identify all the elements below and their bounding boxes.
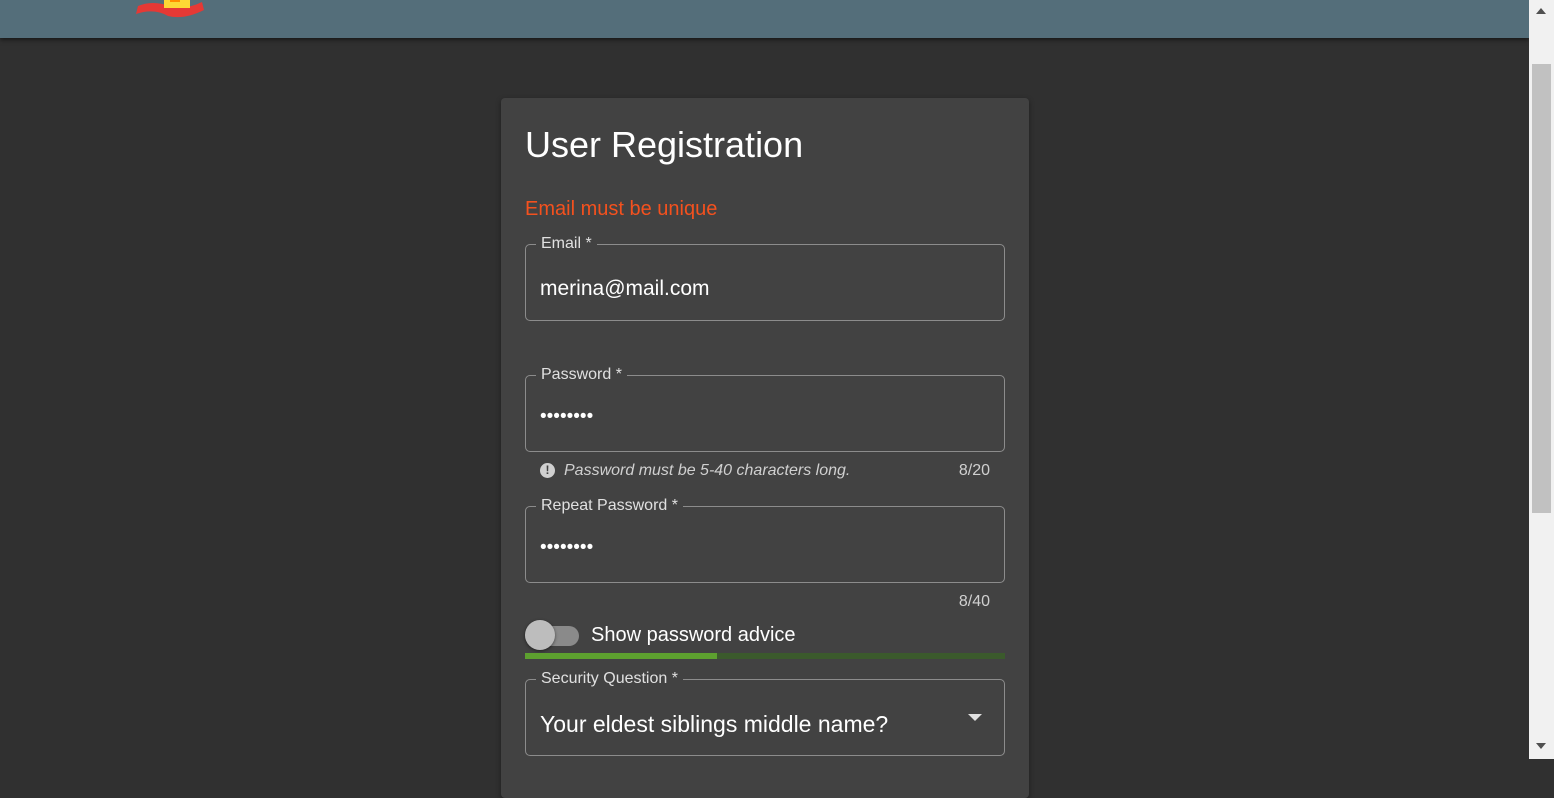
registration-card: User Registration Email must be unique E…	[501, 98, 1029, 798]
scroll-down-icon[interactable]	[1536, 743, 1546, 749]
password-field[interactable]: Password * ••••••••	[525, 366, 1005, 452]
top-navbar	[0, 0, 1529, 38]
error-message: Email must be unique	[525, 198, 718, 220]
repeat-password-field[interactable]: Repeat Password * ••••••••	[525, 497, 1005, 583]
scroll-up-icon[interactable]	[1536, 8, 1546, 14]
page-title: User Registration	[525, 124, 804, 165]
repeat-password-input[interactable]: ••••••••	[540, 537, 593, 559]
password-strength-fill	[525, 653, 717, 659]
email-field[interactable]: Email * merina@mail.com	[525, 235, 1005, 321]
security-question-value[interactable]: Your eldest siblings middle name?	[540, 711, 888, 738]
password-counter: 8/20	[958, 462, 990, 479]
vertical-scrollbar[interactable]	[1529, 0, 1554, 759]
exclamation-circle-icon: !	[540, 463, 555, 478]
advice-toggle-knob[interactable]	[525, 620, 555, 650]
chevron-down-icon[interactable]	[968, 714, 982, 721]
security-question-select[interactable]: Security Question * Your eldest siblings…	[525, 670, 1005, 756]
email-label: Email *	[536, 235, 597, 253]
logo-icon[interactable]	[134, 0, 206, 20]
password-label: Password *	[536, 366, 627, 384]
security-question-label: Security Question *	[536, 670, 683, 688]
password-hint: Password must be 5-40 characters long.	[564, 462, 851, 479]
scroll-thumb[interactable]	[1532, 64, 1551, 513]
email-input[interactable]: merina@mail.com	[540, 277, 710, 301]
password-input[interactable]: ••••••••	[540, 406, 593, 428]
repeat-password-counter: 8/40	[958, 593, 990, 610]
advice-toggle-label: Show password advice	[591, 624, 796, 646]
repeat-password-label: Repeat Password *	[536, 497, 683, 515]
password-strength-bar	[525, 653, 1005, 659]
